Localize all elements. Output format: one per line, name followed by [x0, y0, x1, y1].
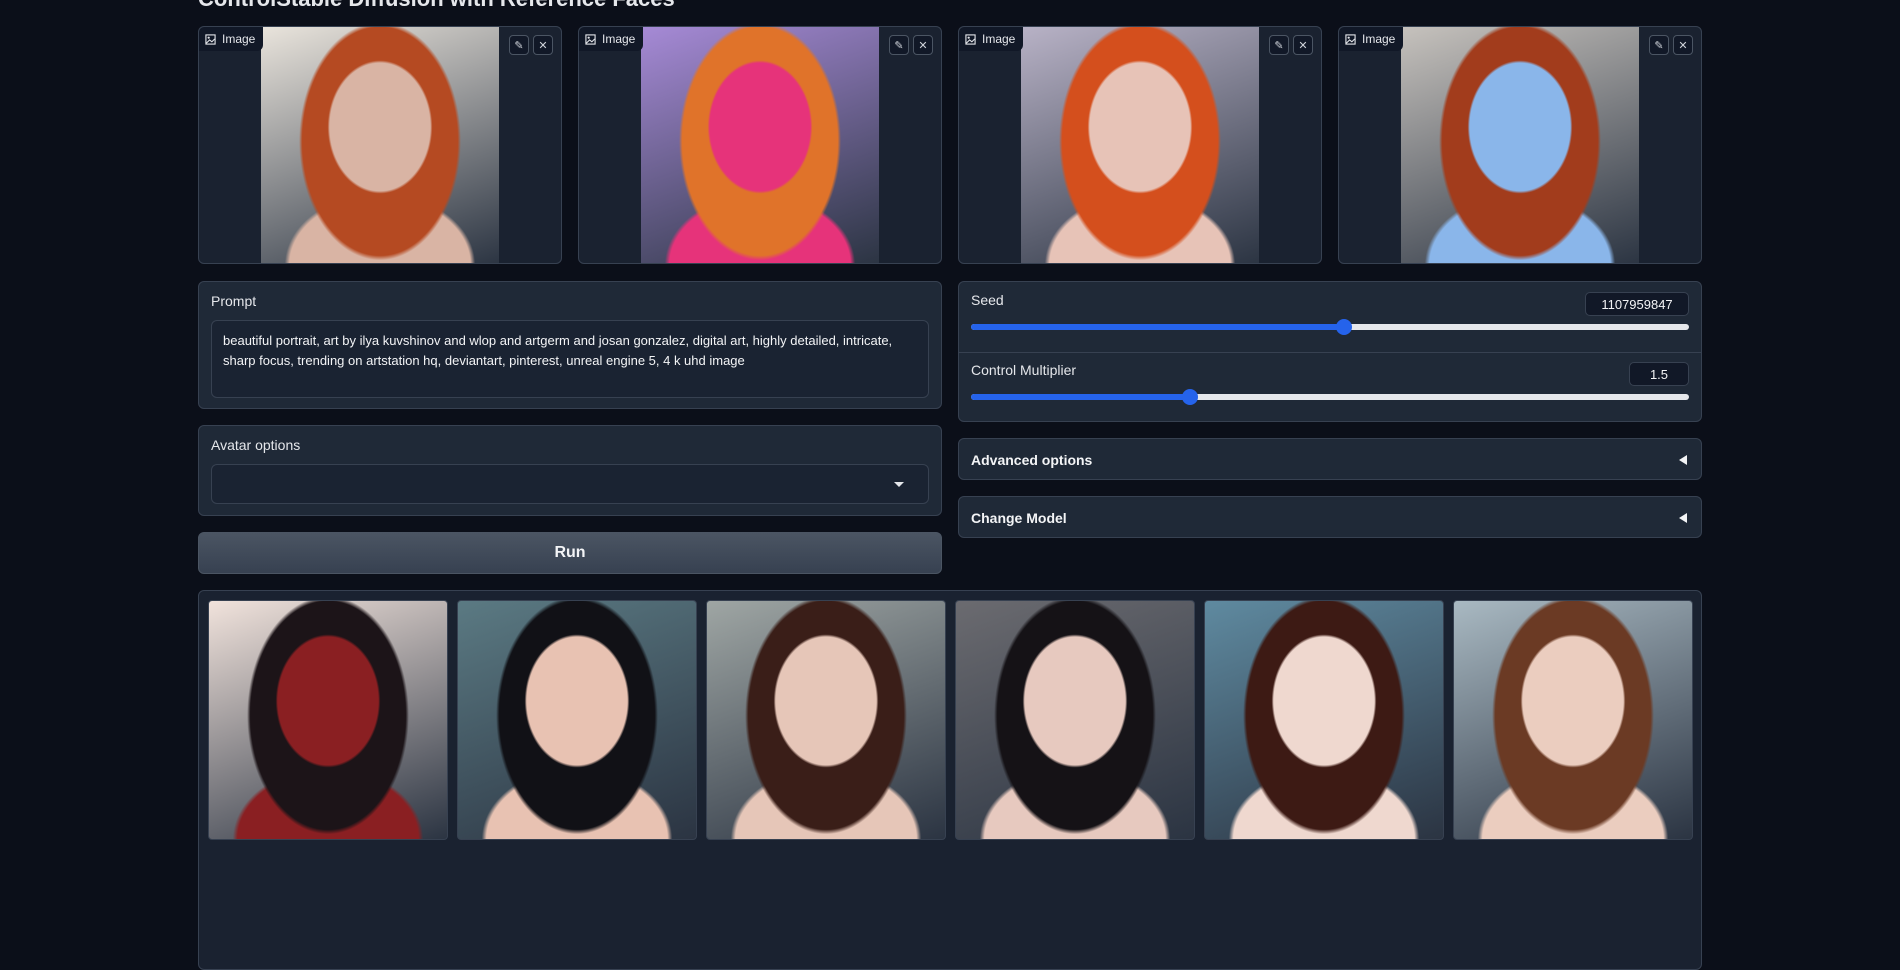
chevron-down-icon — [894, 482, 904, 487]
avatar-options-panel: Avatar options — [198, 425, 942, 516]
gallery-image[interactable] — [208, 600, 448, 840]
change-model-accordion[interactable]: Change Model — [958, 496, 1702, 538]
reference-photo — [1021, 27, 1259, 263]
advanced-options-label: Advanced options — [971, 452, 1093, 468]
seed-slider[interactable] — [971, 319, 1689, 335]
image-label-text: Image — [222, 32, 256, 46]
prompt-label: Prompt — [211, 293, 257, 309]
image-label-text: Image — [982, 32, 1016, 46]
gallery-image[interactable] — [1453, 600, 1693, 840]
image-label: Image — [959, 27, 1024, 51]
prompt-panel: Prompt beautiful portrait, art by ilya k… — [198, 281, 942, 409]
reference-photo — [641, 27, 879, 263]
image-label: Image — [1339, 27, 1404, 51]
edit-icon[interactable]: ✎ — [889, 35, 909, 55]
gallery-image[interactable] — [1204, 600, 1444, 840]
prompt-textarea[interactable]: beautiful portrait, art by ilya kuvshino… — [211, 320, 929, 398]
reference-photo — [261, 27, 499, 263]
control-multiplier-slider-row: Control Multiplier 1.5 — [959, 352, 1701, 422]
page-title: ControlStable Diffusion with Reference F… — [198, 0, 675, 12]
image-label: Image — [199, 27, 264, 51]
gallery-image[interactable] — [457, 600, 697, 840]
control-multiplier-slider-handle[interactable] — [1181, 389, 1198, 405]
change-model-label: Change Model — [971, 510, 1067, 526]
edit-icon[interactable]: ✎ — [1649, 35, 1669, 55]
advanced-options-accordion[interactable]: Advanced options — [958, 438, 1702, 480]
control-multiplier-input[interactable]: 1.5 — [1629, 362, 1689, 386]
control-multiplier-label: Control Multiplier — [971, 362, 1077, 378]
close-icon[interactable]: ✕ — [913, 35, 933, 55]
control-multiplier-slider-fill — [971, 394, 1190, 400]
reference-photo — [1401, 27, 1639, 263]
image-label-text: Image — [602, 32, 636, 46]
image-label-text: Image — [1362, 32, 1396, 46]
seed-label: Seed — [971, 292, 1004, 308]
reference-image-1[interactable]: Image ✎ ✕ — [198, 26, 562, 264]
image-icon — [205, 33, 216, 45]
close-icon[interactable]: ✕ — [1293, 35, 1313, 55]
collapse-arrow-icon — [1679, 513, 1687, 523]
image-label: Image — [579, 27, 644, 51]
reference-image-2[interactable]: Image ✎ ✕ — [578, 26, 942, 264]
edit-icon[interactable]: ✎ — [1269, 35, 1289, 55]
gallery-image[interactable] — [955, 600, 1195, 840]
avatar-options-dropdown[interactable] — [211, 464, 929, 504]
close-icon[interactable]: ✕ — [533, 35, 553, 55]
reference-image-4[interactable]: Image ✎ ✕ — [1338, 26, 1702, 264]
seed-slider-handle[interactable] — [1336, 319, 1353, 335]
image-icon — [965, 33, 976, 45]
sliders-panel: Seed 1107959847 Control Multiplier 1.5 — [958, 281, 1702, 422]
reference-image-3[interactable]: Image ✎ ✕ — [958, 26, 1322, 264]
run-button[interactable]: Run — [198, 532, 942, 574]
gallery-image[interactable] — [706, 600, 946, 840]
seed-input[interactable]: 1107959847 — [1585, 292, 1689, 316]
close-icon[interactable]: ✕ — [1673, 35, 1693, 55]
image-icon — [585, 33, 596, 45]
seed-slider-fill — [971, 324, 1345, 330]
avatar-options-label: Avatar options — [211, 437, 301, 453]
output-gallery — [198, 590, 1702, 970]
image-icon — [1345, 33, 1356, 45]
collapse-arrow-icon — [1679, 455, 1687, 465]
control-multiplier-slider[interactable] — [971, 389, 1689, 405]
edit-icon[interactable]: ✎ — [509, 35, 529, 55]
seed-slider-row: Seed 1107959847 — [959, 282, 1701, 352]
